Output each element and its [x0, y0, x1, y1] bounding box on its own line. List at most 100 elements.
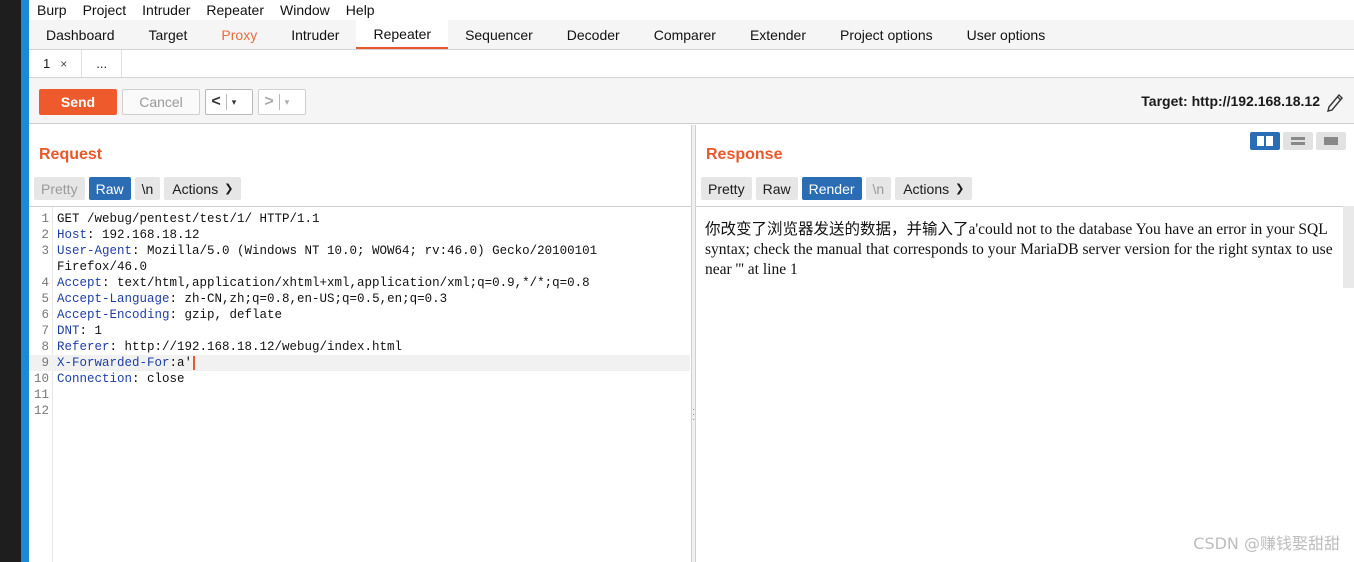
line-number: 1 [41, 212, 49, 226]
chevron-down-icon: ❯ [955, 183, 965, 195]
tab-comparer[interactable]: Comparer [637, 20, 733, 49]
request-line[interactable]: 11 [29, 387, 690, 403]
tab-extender[interactable]: Extender [733, 20, 823, 49]
request-view-modes: Pretty Raw \n Actions ❯ [34, 177, 242, 200]
menu-window[interactable]: Window [280, 2, 330, 18]
request-raw-tab[interactable]: Raw [88, 177, 131, 200]
header-name: Accept-Language [57, 292, 170, 306]
request-line[interactable]: 3 User-Agent: Mozilla/5.0 (Windows NT 10.… [29, 243, 690, 259]
tab-decoder[interactable]: Decoder [550, 20, 637, 49]
tab-dashboard[interactable]: Dashboard [29, 20, 132, 49]
chevron-down-icon[interactable]: ▾ [227, 97, 241, 108]
request-line-text: User-Agent: Mozilla/5.0 (Windows NT 10.0… [57, 243, 597, 259]
tab-repeater[interactable]: Repeater [356, 20, 449, 49]
header-value: : 192.168.18.12 [87, 228, 200, 242]
request-line[interactable]: 10 Connection: close [29, 371, 690, 387]
tabbed-layout-icon[interactable] [1316, 132, 1346, 150]
pencil-icon[interactable] [1326, 90, 1344, 112]
response-newline-toggle[interactable]: \n [865, 177, 892, 200]
request-line-text: Accept: text/html,application/xhtml+xml,… [57, 275, 590, 291]
response-actions-menu[interactable]: Actions ❯ [895, 177, 973, 200]
request-line[interactable]: 2 Host: 192.168.18.12 [29, 227, 690, 243]
request-pretty-tab[interactable]: Pretty [34, 177, 85, 200]
tab-intruder[interactable]: Intruder [274, 20, 356, 49]
line-number: 7 [41, 324, 49, 338]
line-number: 2 [41, 228, 49, 242]
text-caret [193, 355, 196, 370]
request-line[interactable]: Firefox/46.0 [29, 259, 690, 275]
header-name: DNT [57, 324, 80, 338]
chevron-left-icon[interactable]: < [206, 93, 226, 111]
response-pane: Response Pretty Raw Render \n Actions ❯ … [695, 125, 1354, 562]
request-line[interactable]: 4 Accept: text/html,application/xhtml+xml… [29, 275, 690, 291]
request-line[interactable]: 12 [29, 403, 690, 419]
header-name: User-Agent [57, 244, 133, 258]
request-line[interactable]: 6 Accept-Encoding: gzip, deflate [29, 307, 690, 323]
request-line-text: X-Forwarded-For:a' [57, 355, 196, 371]
new-tab-button[interactable]: ... [82, 50, 123, 77]
menu-intruder[interactable]: Intruder [142, 2, 190, 18]
request-line-text: Host: 192.168.18.12 [57, 227, 200, 243]
tab-proxy[interactable]: Proxy [204, 20, 274, 49]
request-pane: Request Pretty Raw \n Actions ❯ 1 GET /we… [29, 125, 692, 562]
line-number: 12 [33, 404, 49, 418]
layout-toggle [1250, 132, 1346, 150]
tab-project-options[interactable]: Project options [823, 20, 950, 49]
request-editor[interactable]: 1 GET /webug/pentest/test/1/ HTTP/1.1 2 Hos… [29, 206, 691, 562]
request-line[interactable]: 1 GET /webug/pentest/test/1/ HTTP/1.1 [29, 211, 690, 227]
line-number: 9 [41, 356, 49, 370]
tab-sequencer[interactable]: Sequencer [448, 20, 550, 49]
left-edge-bar [0, 0, 21, 562]
line-number: 8 [41, 340, 49, 354]
watermark: CSDN @赚钱娶甜甜 [1193, 534, 1340, 553]
menu-help[interactable]: Help [346, 2, 375, 18]
cancel-button[interactable]: Cancel [122, 89, 200, 115]
menu-project[interactable]: Project [83, 2, 127, 18]
chevron-right-icon[interactable]: > [259, 93, 279, 111]
tab-user-options[interactable]: User options [950, 20, 1063, 49]
line-number: 3 [41, 244, 49, 258]
target-label: Target: http://192.168.18.12 [1141, 93, 1320, 109]
request-line[interactable]: 8 Referer: http://192.168.18.12/webug/ind… [29, 339, 690, 355]
response-pretty-tab[interactable]: Pretty [701, 177, 752, 200]
history-forward-button[interactable]: > ▾ [258, 89, 306, 115]
response-raw-tab[interactable]: Raw [755, 177, 798, 200]
request-title: Request [39, 146, 103, 163]
request-toolbar: Send Cancel < ▾ > ▾ Target: http://192.1… [29, 78, 1354, 124]
side-by-side-layout-icon[interactable] [1250, 132, 1280, 150]
request-newline-toggle[interactable]: \n [134, 177, 161, 200]
request-actions-menu[interactable]: Actions ❯ [164, 177, 242, 200]
response-render-view: 你改变了浏览器发送的数据，并输入了a'could not to the data… [696, 206, 1354, 562]
header-name: Accept-Encoding [57, 308, 170, 322]
header-value: :a' [169, 356, 193, 370]
request-line-text: Referer: http://192.168.18.12/webug/inde… [57, 339, 402, 355]
tab-target[interactable]: Target [132, 20, 205, 49]
request-line-text: DNT: 1 [57, 323, 102, 339]
menu-repeater[interactable]: Repeater [206, 2, 264, 18]
header-name: Connection [57, 372, 133, 386]
send-button[interactable]: Send [39, 89, 117, 115]
repeater-tab-1[interactable]: 1 × [29, 50, 83, 77]
request-line-text: Accept-Language: zh-CN,zh;q=0.8,en-US;q=… [57, 291, 447, 307]
chevron-down-icon[interactable]: ▾ [280, 97, 294, 108]
chevron-down-icon: ❯ [224, 183, 234, 195]
left-accent-strip [21, 0, 29, 562]
stacked-layout-icon[interactable] [1283, 132, 1313, 150]
header-value: : zh-CN,zh;q=0.8,en-US;q=0.5,en;q=0.3 [169, 292, 448, 306]
history-back-button[interactable]: < ▾ [205, 89, 253, 115]
response-render-tab[interactable]: Render [801, 177, 862, 200]
main-tab-bar: Dashboard Target Proxy Intruder Repeater… [29, 20, 1354, 50]
render-scrollbar[interactable] [1343, 206, 1354, 288]
line-number: 4 [41, 276, 49, 290]
header-value: Firefox/46.0 [57, 260, 148, 274]
close-icon[interactable]: × [60, 57, 67, 71]
request-line[interactable]: 5 Accept-Language: zh-CN,zh;q=0.8,en-US;q… [29, 291, 690, 307]
message-panes: Request Pretty Raw \n Actions ❯ 1 GET /we… [29, 125, 1354, 562]
header-value: : text/html,application/xhtml+xml,applic… [102, 276, 590, 290]
line-number: 5 [41, 292, 49, 306]
header-name: Accept [57, 276, 103, 290]
request-line[interactable]: 9 X-Forwarded-For:a' [29, 355, 690, 371]
menu-burp[interactable]: Burp [37, 2, 67, 18]
request-line[interactable]: 7 DNT: 1 [29, 323, 690, 339]
response-view-modes: Pretty Raw Render \n Actions ❯ [701, 177, 973, 200]
